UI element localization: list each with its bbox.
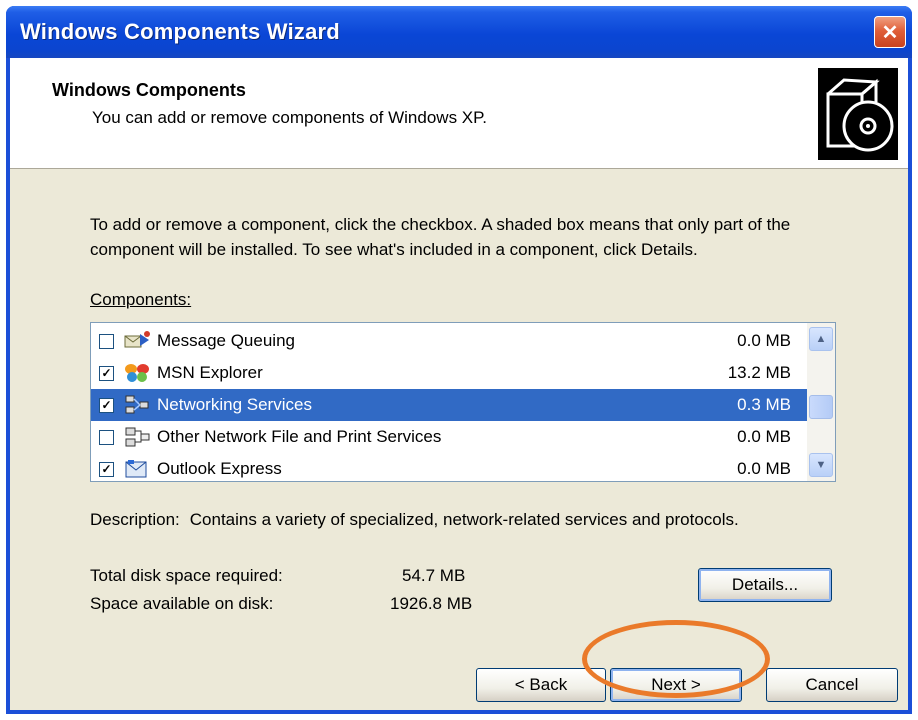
component-name: Outlook Express <box>157 459 282 478</box>
list-item[interactable]: Other Network File and Print Services 0.… <box>91 421 807 453</box>
list-item[interactable]: Message Queuing 0.0 MB <box>91 325 807 357</box>
cancel-button-label: Cancel <box>805 675 859 694</box>
network-print-icon <box>123 426 151 448</box>
message-queuing-icon <box>123 330 151 352</box>
component-checkbox[interactable] <box>99 429 114 445</box>
component-size: 0.0 MB <box>737 331 791 350</box>
back-button-label: < Back <box>514 675 568 694</box>
component-name: Networking Services <box>157 395 312 414</box>
disk-available-value: 1926.8 MB <box>390 594 473 613</box>
component-size: 0.3 MB <box>737 395 791 414</box>
chevron-up-icon: ▲ <box>815 333 827 345</box>
window-title: Windows Components Wizard <box>20 19 340 44</box>
chevron-down-icon: ▼ <box>815 459 827 471</box>
next-button-highlight-annotation <box>582 620 770 698</box>
cancel-button[interactable]: Cancel <box>766 668 898 702</box>
component-name: MSN Explorer <box>157 363 263 382</box>
details-button-label: Details... <box>731 575 799 594</box>
close-icon: ✕ <box>881 21 899 44</box>
instructions-text: To add or remove a component, click the … <box>90 215 791 259</box>
components-label-text: Components: <box>90 290 192 309</box>
component-checkbox[interactable] <box>99 333 114 349</box>
back-button[interactable]: < Back <box>476 668 606 702</box>
network-services-icon <box>123 394 151 416</box>
component-size: 0.0 MB <box>737 459 791 478</box>
scroll-down-button[interactable]: ▼ <box>809 453 833 477</box>
wizard-header: Windows Components You can add or remove… <box>10 58 908 169</box>
outlook-express-icon <box>123 458 151 480</box>
list-scrollbar[interactable]: ▲ ▼ <box>807 323 835 481</box>
description-label: Description: <box>90 510 180 529</box>
component-checkbox[interactable]: ✓ <box>99 397 114 413</box>
disk-required-label: Total disk space required: <box>90 566 283 585</box>
component-checkbox[interactable]: ✓ <box>99 365 114 381</box>
disk-required-value: 54.7 MB <box>402 566 466 585</box>
description-text: Contains a variety of specialized, netwo… <box>189 510 739 529</box>
close-button[interactable]: ✕ <box>874 16 906 48</box>
components-list[interactable]: Message Queuing 0.0 MB ✓ MSN Explorer 13… <box>90 322 836 482</box>
wizard-window: Windows Components Wizard ✕ Windows Comp… <box>6 6 912 714</box>
description: Description: Contains a variety of specia… <box>90 510 739 530</box>
msn-butterfly-icon <box>123 362 151 384</box>
header-subtitle: You can add or remove components of Wind… <box>92 108 488 127</box>
scroll-up-button[interactable]: ▲ <box>809 327 833 351</box>
component-size: 13.2 MB <box>727 363 791 382</box>
components-box-cd-icon <box>818 68 898 160</box>
header-title: Windows Components <box>52 80 246 100</box>
title-bar[interactable]: Windows Components Wizard ✕ <box>6 6 912 58</box>
component-name: Other Network File and Print Services <box>157 427 442 446</box>
scroll-thumb[interactable] <box>809 395 833 419</box>
component-size: 0.0 MB <box>737 427 791 446</box>
wizard-client-area: Windows Components You can add or remove… <box>10 58 908 710</box>
details-button[interactable]: Details... <box>698 568 832 602</box>
component-checkbox[interactable]: ✓ <box>99 461 114 477</box>
components-label: Components: <box>90 290 191 310</box>
list-item[interactable]: ✓ MSN Explorer 13.2 MB <box>91 357 807 389</box>
list-item-selected[interactable]: ✓ Networking Services 0.3 MB <box>91 389 807 421</box>
list-item[interactable]: ✓ Outlook Express 0.0 MB <box>91 453 807 481</box>
disk-available-label: Space available on disk: <box>90 594 274 613</box>
component-name: Message Queuing <box>157 331 295 350</box>
